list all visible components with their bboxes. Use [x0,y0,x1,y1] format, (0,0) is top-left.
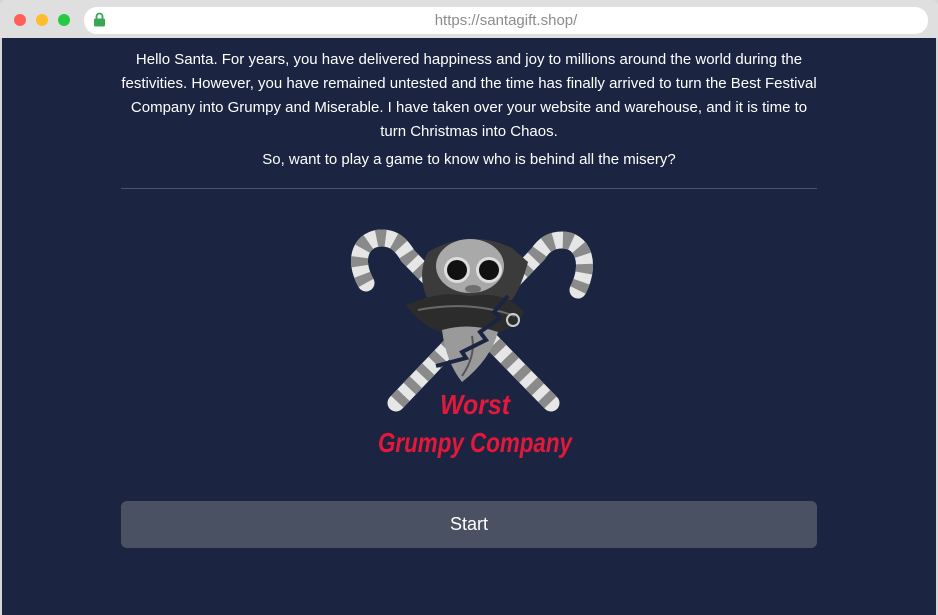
logo-text-worst: Worst [440,389,511,420]
browser-titlebar: https://santagift.shop/ [0,0,938,38]
intro-line: turn Christmas into Chaos. [380,123,558,140]
maximize-window-icon[interactable] [58,14,70,26]
worst-grumpy-company-logo: Worst Grumpy Company [351,229,593,458]
intro-line: festivities. However, you have remained … [121,75,817,92]
intro-line: Hello Santa. For years, you have deliver… [135,51,803,68]
page-viewport: Hello Santa. For years, you have deliver… [2,38,936,615]
game-question: So, want to play a game to know who is b… [262,151,676,168]
divider [121,188,817,189]
address-bar[interactable]: https://santagift.shop/ [84,7,928,34]
start-button[interactable]: Start [121,501,817,548]
logo-text-grumpy-company: Grumpy Company [378,427,573,458]
browser-window: https://santagift.shop/ Hello Santa. For… [0,0,938,615]
url-text[interactable]: https://santagift.shop/ [84,7,928,34]
close-window-icon[interactable] [14,14,26,26]
intro-message: Hello Santa. For years, you have deliver… [121,48,817,172]
intro-line: Company into Grumpy and Miserable. I hav… [130,99,808,116]
minimize-window-icon[interactable] [36,14,48,26]
